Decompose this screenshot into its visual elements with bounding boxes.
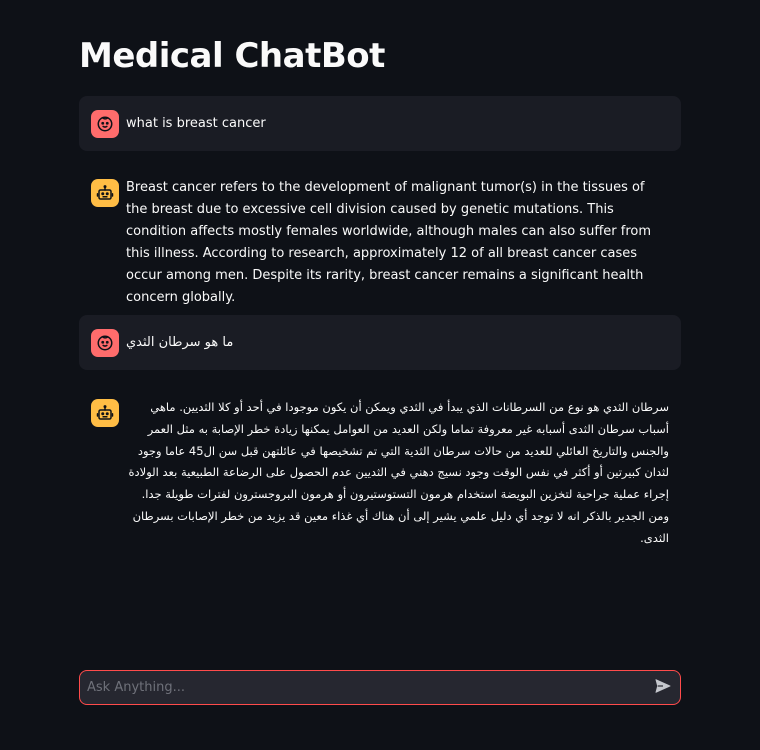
page-title: Medical ChatBot	[79, 36, 385, 76]
send-button[interactable]	[646, 671, 680, 704]
chat-message-text: ما هو سرطان الثدي	[126, 335, 234, 350]
robot-icon	[91, 399, 119, 427]
chat-input-container	[79, 670, 681, 705]
chat-message-text: Breast cancer refers to the development …	[126, 180, 652, 305]
user-face-icon	[91, 329, 119, 357]
chat-message-user: what is breast cancer	[79, 96, 681, 151]
chat-message-assistant: سرطان الثدي هو نوع من السرطانات الذي يبد…	[79, 385, 681, 545]
user-face-icon	[91, 110, 119, 138]
chat-message-text: سرطان الثدي هو نوع من السرطانات الذي يبد…	[128, 400, 669, 545]
chat-message-text: what is breast cancer	[126, 116, 266, 131]
chat-input[interactable]	[80, 671, 646, 704]
chat-message-assistant: Breast cancer refers to the development …	[79, 165, 681, 305]
robot-icon	[91, 179, 119, 207]
app-page: Medical ChatBot what is breast cancer Br…	[0, 0, 760, 750]
chat-message-user: ما هو سرطان الثدي	[79, 315, 681, 370]
send-icon	[654, 677, 672, 699]
